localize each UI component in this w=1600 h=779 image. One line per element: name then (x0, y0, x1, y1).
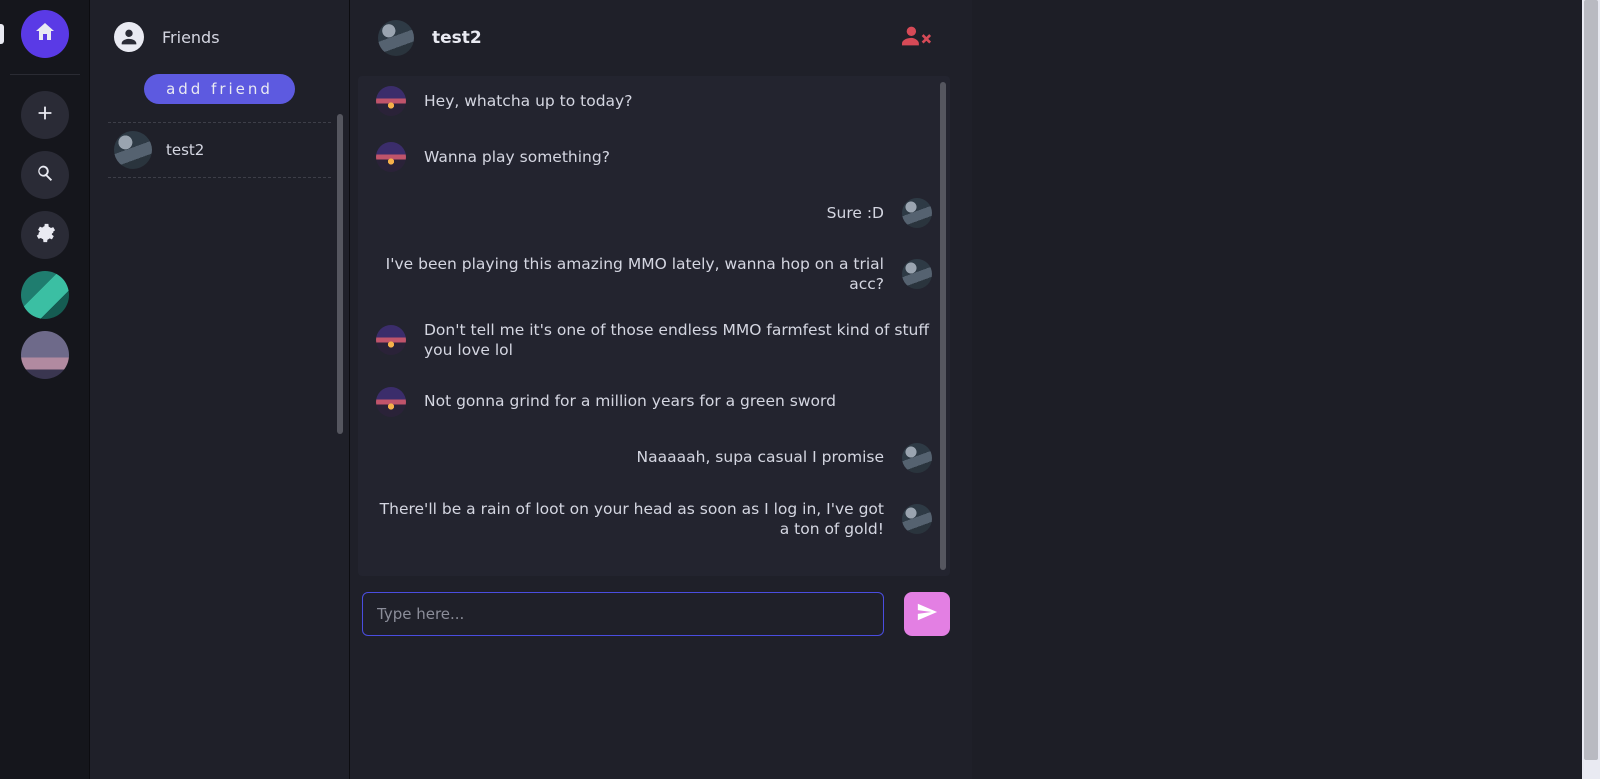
friend-avatar (114, 131, 152, 169)
message-text: Hey, whatcha up to today? (424, 91, 632, 111)
remove-friend-button[interactable] (902, 23, 932, 53)
message-text: Sure :D (827, 203, 884, 223)
message-avatar (902, 259, 932, 289)
message-row: I've been playing this amazing MMO latel… (376, 254, 932, 294)
friend-name: test2 (166, 141, 204, 159)
message-row: Not gonna grind for a million years for … (376, 387, 932, 417)
friend-list: test2 (108, 122, 331, 765)
send-icon (916, 601, 938, 627)
app-root: Friends add friend test2 test2 Hey, what… (0, 0, 1600, 779)
message-text: Naaaaah, supa casual I promise (637, 447, 884, 467)
user-icon (114, 22, 144, 52)
message-avatar (376, 142, 406, 172)
settings-button[interactable] (21, 211, 69, 259)
message-text: There'll be a rain of loot on your head … (376, 499, 884, 539)
message-text: I've been playing this amazing MMO latel… (376, 254, 884, 294)
message-row: There'll be a rain of loot on your head … (376, 499, 932, 539)
chat-header: test2 (350, 0, 960, 76)
home-wrap (0, 10, 89, 58)
message-row: Don't tell me it's one of those endless … (376, 320, 932, 360)
chat-panel: test2 Hey, whatcha up to today? Wanna pla… (350, 0, 972, 779)
add-friend-button[interactable]: add friend (144, 74, 295, 104)
search-button[interactable] (21, 151, 69, 199)
page-scrollbar[interactable] (1582, 0, 1600, 779)
message-row: Wanna play something? (376, 142, 932, 172)
messages-wrap: Hey, whatcha up to today? Wanna play some… (358, 76, 950, 576)
message-row: Naaaaah, supa casual I promise (376, 443, 932, 473)
message-text: Wanna play something? (424, 147, 610, 167)
message-input[interactable] (362, 592, 884, 636)
message-avatar (376, 86, 406, 116)
message-row: Hey, whatcha up to today? (376, 86, 932, 116)
messages-scroll[interactable]: Hey, whatcha up to today? Wanna play some… (358, 76, 950, 576)
composer (350, 576, 960, 636)
right-gutter (972, 0, 1582, 779)
message-row: Sure :D (376, 198, 932, 228)
friends-header: Friends (108, 14, 331, 66)
home-button[interactable] (21, 10, 69, 58)
friends-panel: Friends add friend test2 (90, 0, 350, 779)
friends-title: Friends (162, 28, 220, 47)
rail-separator (10, 74, 80, 75)
message-text: Not gonna grind for a million years for … (424, 391, 836, 411)
server-rail (0, 0, 90, 779)
message-avatar (376, 387, 406, 417)
chat-partner-avatar (378, 20, 414, 56)
home-icon (33, 20, 57, 48)
message-avatar (902, 198, 932, 228)
add-server-button[interactable] (21, 91, 69, 139)
message-avatar (902, 504, 932, 534)
user-remove-icon (902, 34, 932, 53)
search-icon (34, 162, 56, 188)
chat-partner-name: test2 (432, 28, 482, 48)
message-avatar (902, 443, 932, 473)
gear-icon (34, 222, 56, 248)
plus-icon (34, 102, 56, 128)
send-button[interactable] (904, 592, 950, 636)
message-avatar (376, 325, 406, 355)
friend-item[interactable]: test2 (108, 122, 331, 178)
message-text: Don't tell me it's one of those endless … (424, 320, 932, 360)
server-avatar-1[interactable] (21, 271, 69, 319)
server-avatar-2[interactable] (21, 331, 69, 379)
